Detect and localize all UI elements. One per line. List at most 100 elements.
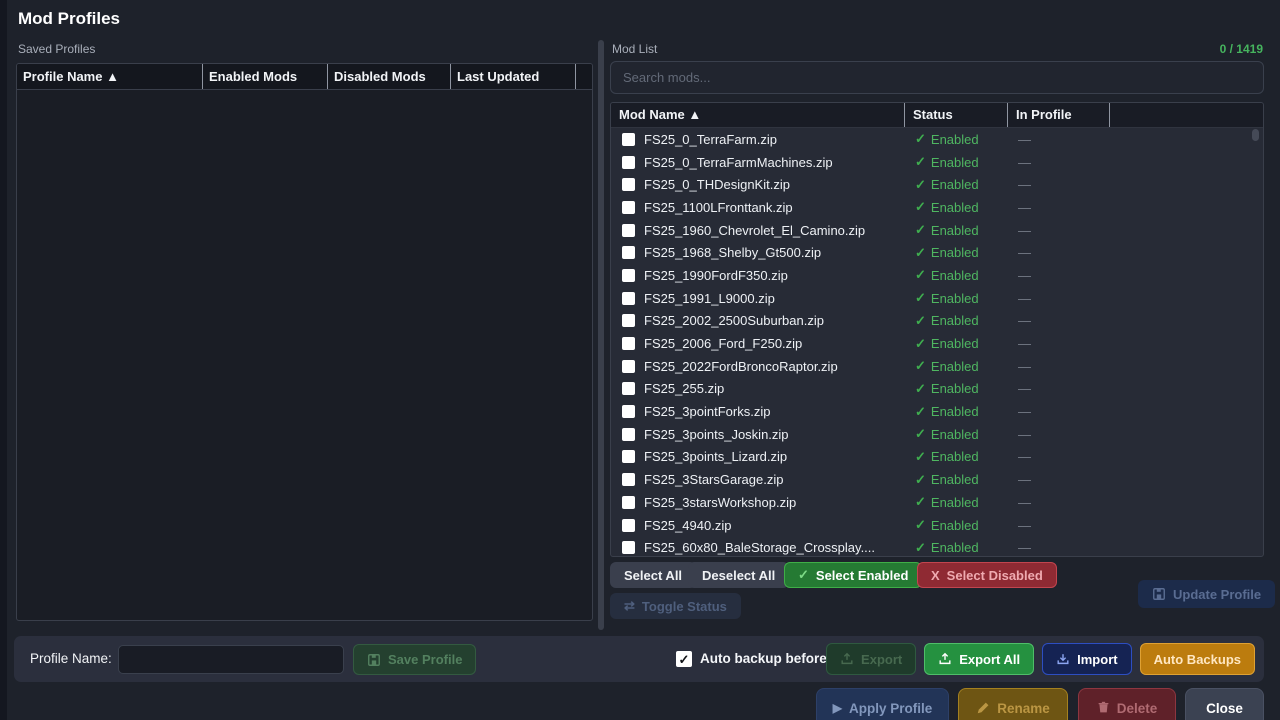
mod-name: FS25_1968_Shelby_Gt500.zip — [644, 245, 821, 260]
mod-row: FS25_3points_Lizard.zip ✓ Enabled — — [611, 446, 1263, 469]
enabled-check-icon: ✓ — [915, 131, 926, 147]
saved-profiles-label: Saved Profiles — [18, 42, 95, 56]
import-button[interactable]: Import — [1042, 643, 1131, 675]
in-profile-value: — — [1008, 518, 1110, 533]
toggle-status-button[interactable]: ⇄ Toggle Status — [610, 593, 741, 619]
enabled-check-icon: ✓ — [915, 313, 926, 329]
status-text: Enabled — [931, 404, 979, 419]
mod-checkbox[interactable] — [622, 450, 635, 463]
mod-checkbox[interactable] — [622, 473, 635, 486]
in-profile-value: — — [1008, 449, 1110, 464]
export-all-button[interactable]: Export All — [924, 643, 1034, 675]
enabled-check-icon: ✓ — [915, 449, 926, 465]
mod-name: FS25_3pointForks.zip — [644, 404, 770, 419]
auto-backups-button[interactable]: Auto Backups — [1140, 643, 1255, 675]
mod-checkbox[interactable] — [622, 314, 635, 327]
enabled-check-icon: ✓ — [915, 494, 926, 510]
auto-backup-checkbox[interactable]: ✓ — [676, 651, 692, 667]
enabled-check-icon: ✓ — [915, 177, 926, 193]
mod-name: FS25_1960_Chevrolet_El_Camino.zip — [644, 223, 865, 238]
mod-table: Mod Name ▲ Status In Profile FS25_0_Terr… — [610, 102, 1264, 557]
enabled-check-icon: ✓ — [915, 222, 926, 238]
search-input[interactable] — [610, 61, 1264, 94]
panel-splitter[interactable] — [598, 40, 604, 630]
column-mod-name[interactable]: Mod Name ▲ — [611, 103, 905, 127]
mod-checkbox[interactable] — [622, 246, 635, 259]
mod-checkbox[interactable] — [622, 496, 635, 509]
status-text: Enabled — [931, 518, 979, 533]
enabled-check-icon: ✓ — [915, 290, 926, 306]
in-profile-value: — — [1008, 336, 1110, 351]
export-button[interactable]: Export — [826, 643, 916, 675]
mod-rows: FS25_0_TerraFarm.zip ✓ Enabled — FS25_0_… — [611, 128, 1263, 557]
x-icon: X — [931, 568, 940, 583]
status-text: Enabled — [931, 449, 979, 464]
mod-checkbox[interactable] — [622, 428, 635, 441]
mod-checkbox[interactable] — [622, 405, 635, 418]
mod-checkbox[interactable] — [622, 269, 635, 282]
column-empty — [1110, 103, 1245, 127]
mod-checkbox[interactable] — [622, 292, 635, 305]
in-profile-value: — — [1008, 427, 1110, 442]
rename-button[interactable]: Rename — [958, 688, 1068, 720]
mod-checkbox[interactable] — [622, 541, 635, 554]
mod-checkbox[interactable] — [622, 382, 635, 395]
profile-name-input[interactable] — [118, 645, 344, 674]
mod-row: FS25_1100LFronttank.zip ✓ Enabled — — [611, 196, 1263, 219]
mod-checkbox[interactable] — [622, 337, 635, 350]
column-enabled-mods[interactable]: Enabled Mods — [203, 64, 328, 89]
mod-checkbox[interactable] — [622, 519, 635, 532]
enabled-check-icon: ✓ — [915, 358, 926, 374]
mod-name: FS25_0_TerraFarmMachines.zip — [644, 155, 833, 170]
enabled-check-icon: ✓ — [915, 245, 926, 261]
in-profile-value: — — [1008, 268, 1110, 283]
deselect-all-button[interactable]: Deselect All — [688, 562, 789, 588]
select-disabled-button[interactable]: X Select Disabled — [917, 562, 1057, 588]
mod-row: FS25_1991_L9000.zip ✓ Enabled — — [611, 287, 1263, 310]
save-disk-icon — [367, 653, 381, 667]
save-profile-button[interactable]: Save Profile — [353, 644, 476, 675]
mod-row: FS25_1968_Shelby_Gt500.zip ✓ Enabled — — [611, 241, 1263, 264]
enabled-check-icon: ✓ — [915, 267, 926, 283]
column-disabled-mods[interactable]: Disabled Mods — [328, 64, 451, 89]
check-icon: ✓ — [798, 567, 809, 583]
delete-button[interactable]: Delete — [1078, 688, 1176, 720]
close-button[interactable]: Close — [1185, 688, 1264, 720]
column-profile-name[interactable]: Profile Name ▲ — [17, 64, 203, 89]
mod-list-scrollbar[interactable] — [1251, 129, 1259, 554]
trash-icon — [1097, 701, 1110, 714]
column-in-profile[interactable]: In Profile — [1008, 103, 1110, 127]
column-status[interactable]: Status — [905, 103, 1008, 127]
enabled-check-icon: ✓ — [915, 540, 926, 556]
mod-name: FS25_3points_Joskin.zip — [644, 427, 789, 442]
enabled-check-icon: ✓ — [915, 199, 926, 215]
in-profile-value: — — [1008, 381, 1110, 396]
mod-name: FS25_4940.zip — [644, 518, 731, 533]
mod-checkbox[interactable] — [622, 156, 635, 169]
select-enabled-button[interactable]: ✓ Select Enabled — [784, 562, 922, 588]
select-all-button[interactable]: Select All — [610, 562, 696, 588]
mod-checkbox[interactable] — [622, 360, 635, 373]
import-icon — [1056, 652, 1070, 666]
mod-checkbox[interactable] — [622, 133, 635, 146]
mod-name: FS25_3points_Lizard.zip — [644, 449, 787, 464]
pencil-icon — [976, 701, 990, 715]
checkmark-icon: ✓ — [679, 653, 690, 666]
mod-row: FS25_0_TerraFarmMachines.zip ✓ Enabled — — [611, 151, 1263, 174]
mod-name: FS25_2022FordBroncoRaptor.zip — [644, 359, 838, 374]
mod-checkbox[interactable] — [622, 178, 635, 191]
column-last-updated[interactable]: Last Updated — [451, 64, 576, 89]
scrollbar-thumb[interactable] — [1252, 129, 1259, 141]
in-profile-value: — — [1008, 177, 1110, 192]
mod-row: FS25_1960_Chevrolet_El_Camino.zip ✓ Enab… — [611, 219, 1263, 242]
mod-checkbox[interactable] — [622, 224, 635, 237]
update-profile-button[interactable]: Update Profile — [1138, 580, 1275, 608]
in-profile-value: — — [1008, 540, 1110, 555]
mod-checkbox[interactable] — [622, 201, 635, 214]
in-profile-value: — — [1008, 132, 1110, 147]
status-text: Enabled — [931, 427, 979, 442]
status-text: Enabled — [931, 268, 979, 283]
mod-row: FS25_2006_Ford_F250.zip ✓ Enabled — — [611, 332, 1263, 355]
apply-profile-button[interactable]: ▶ Apply Profile — [816, 688, 949, 720]
mod-table-header: Mod Name ▲ Status In Profile — [611, 103, 1263, 128]
